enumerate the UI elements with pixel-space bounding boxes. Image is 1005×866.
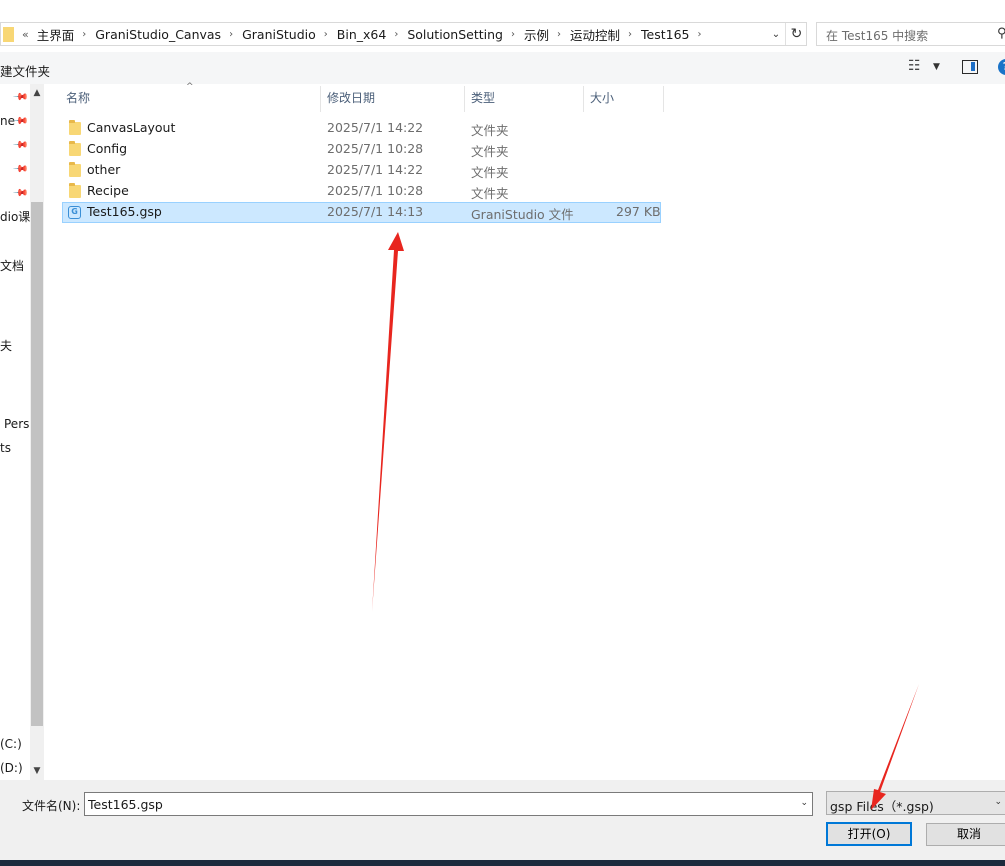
file-date: 2025/7/1 10:28 [327,141,424,156]
nav-item-drive-c[interactable]: (C:) [0,737,22,751]
file-row[interactable]: other 2025/7/1 14:22 文件夹 [62,160,661,181]
file-name: Recipe [87,183,129,198]
chevron-down-icon[interactable]: ⌄ [994,797,1002,807]
open-button[interactable]: 打开(O) [826,822,912,846]
breadcrumb-item[interactable]: GraniStudio_Canvas › [95,23,242,45]
breadcrumb-item[interactable]: Test165 › [641,23,710,45]
filetype-value: gsp Files（*.gsp) [830,799,934,814]
file-name: Test165.gsp [87,204,162,219]
dialog-footer: 文件名(N): Test165.gsp ⌄ gsp Files（*.gsp) ⌄… [0,780,1005,860]
folder-icon [3,26,14,42]
chevron-down-icon[interactable]: ▼ [933,62,940,72]
breadcrumb-item[interactable]: GraniStudio › [242,23,337,45]
column-header-date[interactable]: 修改日期 [322,86,465,112]
toolbar: 建文件夹 ☷ ▼ ? [0,52,1005,84]
file-date: 2025/7/1 14:13 [327,204,424,219]
filetype-select[interactable]: gsp Files（*.gsp) ⌄ [826,791,1005,815]
nav-item-drive-d[interactable]: (D:) [0,761,23,775]
file-date: 2025/7/1 10:28 [327,183,424,198]
pin-icon: 📌 [11,161,29,178]
file-size: 297 KB [616,204,661,219]
file-row-selected[interactable]: G Test165.gsp 2025/7/1 14:13 GraniStudio… [62,202,661,223]
nav-item[interactable]: 文档 [0,257,24,274]
column-header-name[interactable]: 名称 [61,86,321,112]
view-options-icon[interactable]: ☷ [908,58,921,74]
file-type: GraniStudio 文件 [471,207,574,222]
file-row[interactable]: Config 2025/7/1 10:28 文件夹 [62,139,661,160]
folder-icon [69,162,81,177]
chevron-right-icon[interactable]: › [511,29,515,40]
filename-input[interactable]: Test165.gsp ⌄ [84,792,813,816]
chevron-right-icon[interactable]: › [557,29,561,40]
scroll-down-icon[interactable]: ▼ [30,764,44,778]
file-name: other [87,162,121,177]
nav-item[interactable]: Pers [4,417,29,431]
overflow-icon[interactable]: « [22,28,29,41]
pin-icon: 📌 [11,89,29,106]
file-name: Config [87,141,128,156]
taskbar [0,860,1005,866]
preview-pane-icon[interactable] [962,60,978,74]
filename-value[interactable]: Test165.gsp [88,797,163,812]
file-date: 2025/7/1 14:22 [327,162,424,177]
help-icon[interactable]: ? [998,59,1005,75]
nav-item[interactable]: dio课 [0,208,30,225]
pin-icon: 📌 [11,185,29,202]
breadcrumb-item[interactable]: Bin_x64 › [337,23,408,45]
chevron-down-icon[interactable]: ⌄ [800,798,808,808]
file-type: 文件夹 [471,144,509,159]
search-input[interactable]: 在 Test165 中搜索 ⚲ [816,22,1005,46]
pin-icon: 📌 [11,137,29,154]
breadcrumb-item[interactable]: SolutionSetting › [407,23,524,45]
chevron-right-icon[interactable]: › [324,29,328,40]
nav-item[interactable]: 夫 [0,337,12,354]
chevron-right-icon[interactable]: › [229,29,233,40]
file-date: 2025/7/1 14:22 [327,120,424,135]
search-icon[interactable]: ⚲ [997,26,1005,41]
annotation-arrow-up [372,232,404,612]
folder-icon [69,183,81,198]
cancel-button[interactable]: 取消 [926,823,1005,846]
breadcrumb-item[interactable]: 示例 › [524,23,570,45]
address-bar[interactable]: « 主界面 › GraniStudio_Canvas › GraniStudio › … [0,22,807,46]
scroll-up-icon[interactable]: ▲ [30,86,44,100]
scrollbar-thumb[interactable] [31,202,43,726]
breadcrumb-item[interactable]: 运动控制 › [570,23,641,45]
column-header-type[interactable]: 类型 [466,86,584,112]
address-history-dropdown-icon[interactable]: ⌄ [767,23,785,45]
file-row[interactable]: Recipe 2025/7/1 10:28 文件夹 [62,181,661,202]
search-placeholder: 在 Test165 中搜索 [826,29,929,43]
breadcrumb-item[interactable]: 主界面 › [37,23,96,45]
refresh-icon[interactable]: ↻ [785,23,807,45]
file-row[interactable]: CanvasLayout 2025/7/1 14:22 文件夹 [62,118,661,139]
filename-label: 文件名(N): [22,799,81,813]
gsp-file-icon: G [68,206,81,219]
new-folder-button[interactable]: 建文件夹 [0,61,50,80]
file-type: 文件夹 [471,165,509,180]
file-name: CanvasLayout [87,120,176,135]
file-type: 文件夹 [471,186,509,201]
chevron-right-icon[interactable]: › [394,29,398,40]
column-header-size[interactable]: 大小 [585,86,664,112]
file-type: 文件夹 [471,123,509,138]
chevron-right-icon[interactable]: › [698,29,702,40]
folder-icon [69,141,81,156]
breadcrumb: « 主界面 › GraniStudio_Canvas › GraniStudio › … [1,23,711,45]
chevron-right-icon[interactable]: › [628,29,632,40]
folder-icon [69,120,81,135]
navigation-pane[interactable]: 📌 ne 📌 📌 📌 📌 dio课 文档 夫 Pers ts (C:) (D:)… [0,84,45,780]
chevron-right-icon[interactable]: › [82,29,86,40]
nav-item[interactable]: ts [0,441,11,455]
